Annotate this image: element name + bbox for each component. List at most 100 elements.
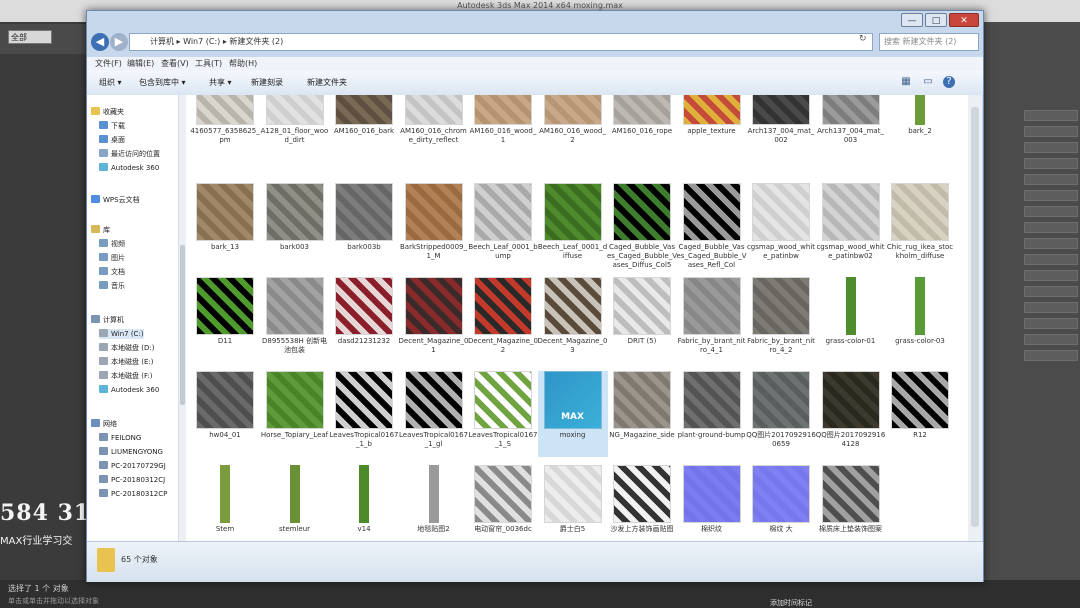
file-item[interactable]: plant-ground-bump <box>677 371 747 457</box>
nav-item[interactable]: PC-20180312CP <box>99 489 167 499</box>
nav-item[interactable]: 最近访问的位置 <box>99 149 160 159</box>
nav-item[interactable]: 本地磁盘 (F:) <box>99 371 153 381</box>
file-list-scrollbar[interactable] <box>968 95 982 541</box>
file-item[interactable]: Caged_Bubble_Vases_Caged_Bubble_Vases_Re… <box>677 183 747 269</box>
file-item[interactable]: 棉纹 大 <box>746 465 816 541</box>
command-panel-button[interactable] <box>1024 174 1078 185</box>
menu-tools[interactable]: 工具(T) <box>195 57 222 71</box>
command-panel-button[interactable] <box>1024 206 1078 217</box>
menu-edit[interactable]: 编辑(E) <box>127 57 154 71</box>
nav-item[interactable]: PC-20170729GJ <box>99 461 166 471</box>
file-item[interactable]: MAX moxing <box>537 371 608 457</box>
nav-item[interactable]: 视频 <box>99 239 125 249</box>
file-item[interactable]: LeavesTropical0167_1_b <box>329 371 399 457</box>
file-item[interactable]: 爵士白5 <box>538 465 608 541</box>
file-item[interactable]: QQ图片20170929164128 <box>816 371 886 457</box>
file-item[interactable]: Beech_Leaf_0001_bump <box>468 183 538 269</box>
file-item[interactable]: Chic_rug_ikea_stockholm_diffuse <box>885 183 955 269</box>
nav-item[interactable]: 收藏夹 <box>91 107 124 117</box>
file-item[interactable]: AM160_016_wood_1 <box>468 95 538 153</box>
file-item[interactable]: D11 <box>190 277 260 363</box>
command-panel-button[interactable] <box>1024 350 1078 361</box>
command-panel-button[interactable] <box>1024 158 1078 169</box>
preview-pane-icon[interactable]: ▭ <box>921 76 935 88</box>
nav-item[interactable]: 库 <box>91 225 110 235</box>
file-item[interactable]: bark003b <box>329 183 399 269</box>
file-item[interactable]: cgsmap_wood_white_patinbw <box>746 183 816 269</box>
file-item[interactable]: 沙发上方装饰画贴图 <box>607 465 677 541</box>
nav-item[interactable]: 本地磁盘 (E:) <box>99 357 153 367</box>
nav-item[interactable]: 计算机 <box>91 315 124 325</box>
file-item[interactable]: QQ图片20170929160659 <box>746 371 816 457</box>
nav-item[interactable]: Autodesk 360 <box>99 385 159 395</box>
command-panel-button[interactable] <box>1024 270 1078 281</box>
share-button[interactable]: 共享 ▾ <box>209 76 232 90</box>
file-item[interactable]: apple_texture <box>677 95 747 153</box>
command-panel-button[interactable] <box>1024 318 1078 329</box>
menu-file[interactable]: 文件(F) <box>95 57 122 71</box>
nav-item[interactable]: 网络 <box>91 419 117 429</box>
file-item[interactable]: stemleur <box>260 465 330 541</box>
file-item[interactable]: LeavesTropical0167_1_S <box>468 371 538 457</box>
nav-item[interactable]: LIUMENGYONG <box>99 447 163 457</box>
nav-item[interactable]: 音乐 <box>99 281 125 291</box>
file-item[interactable]: bark_2 <box>885 95 955 153</box>
3dsmax-time-tag[interactable]: 添加时间标记 <box>770 598 812 608</box>
file-item[interactable]: bark003 <box>260 183 330 269</box>
file-item[interactable]: 地毯贴图2 <box>399 465 469 541</box>
address-bar[interactable]: 计算机 ▸ Win7 (C:) ▸ 新建文件夹 (2) <box>129 33 873 51</box>
command-panel-button[interactable] <box>1024 110 1078 121</box>
help-icon[interactable]: ? <box>943 76 955 88</box>
command-panel-button[interactable] <box>1024 222 1078 233</box>
menu-help[interactable]: 帮助(H) <box>229 57 257 71</box>
file-item[interactable]: bark_13 <box>190 183 260 269</box>
navigation-scroll-thumb[interactable] <box>180 245 185 405</box>
file-item[interactable]: hw04_01 <box>190 371 260 457</box>
command-panel-button[interactable] <box>1024 190 1078 201</box>
file-item[interactable]: AM160_016_bark <box>329 95 399 153</box>
nav-item[interactable]: FEILONG <box>99 433 141 443</box>
3dsmax-selection-filter[interactable]: 全部 <box>8 30 52 44</box>
file-item[interactable]: R12 <box>885 371 955 457</box>
file-item[interactable]: LeavesTropical0167_1_gl <box>399 371 469 457</box>
command-panel-button[interactable] <box>1024 238 1078 249</box>
file-item[interactable]: 4160577_6358625_pm <box>190 95 260 153</box>
file-item[interactable]: 棉织纹 <box>677 465 747 541</box>
nav-item[interactable]: 桌面 <box>99 135 125 145</box>
file-list-scroll-thumb[interactable] <box>971 107 979 527</box>
change-view-icon[interactable]: ▦ <box>899 76 913 88</box>
file-item[interactable]: Fabric_by_brant_nitro_4_1 <box>677 277 747 363</box>
file-item[interactable]: v14 <box>329 465 399 541</box>
file-item[interactable]: A128_01_floor_wood_dirt <box>260 95 330 153</box>
refresh-icon[interactable]: ↻ <box>859 34 871 46</box>
nav-item[interactable]: 下载 <box>99 121 125 131</box>
file-item[interactable]: Beech_Leaf_0001_diffuse <box>538 183 608 269</box>
file-item[interactable]: BarkStripped0009_1_M <box>399 183 469 269</box>
file-item[interactable]: dasd21231232 <box>329 277 399 363</box>
nav-item[interactable]: WPS云文档 <box>91 195 140 205</box>
file-item[interactable]: Decent_Magazine_03 <box>538 277 608 363</box>
file-item[interactable]: Stem <box>190 465 260 541</box>
file-item[interactable]: D8955538H 创新电池包装 <box>260 277 330 363</box>
file-item[interactable]: Fabric_by_brant_nitro_4_2 <box>746 277 816 363</box>
close-button[interactable]: ✕ <box>949 13 979 27</box>
command-panel-button[interactable] <box>1024 286 1078 297</box>
file-item[interactable]: 棉质床上垫装饰图案 <box>816 465 886 541</box>
file-item[interactable]: Caged_Bubble_Vases_Caged_Bubble_Vases_Di… <box>607 183 677 269</box>
3dsmax-viewport[interactable] <box>0 54 90 574</box>
nav-item[interactable]: Autodesk 360 <box>99 163 159 173</box>
file-item[interactable]: Arch137_004_mat_002 <box>746 95 816 153</box>
organize-button[interactable]: 组织 ▾ <box>99 76 122 90</box>
maximize-button[interactable]: □ <box>925 13 947 27</box>
command-panel-button[interactable] <box>1024 302 1078 313</box>
nav-item[interactable]: 图片 <box>99 253 125 263</box>
file-item[interactable]: Decent_Magazine_01 <box>399 277 469 363</box>
file-item[interactable]: cgsmap_wood_white_patinbw02 <box>816 183 886 269</box>
back-arrow-icon[interactable]: ◀ <box>91 33 109 51</box>
include-in-library-button[interactable]: 包含到库中 ▾ <box>139 76 186 90</box>
forward-arrow-icon[interactable]: ▶ <box>110 33 128 51</box>
file-item[interactable]: Horse_Topiary_Leaf <box>260 371 330 457</box>
search-input[interactable]: 搜索 新建文件夹 (2) <box>879 33 979 51</box>
file-item[interactable]: grass-color-01 <box>816 277 886 363</box>
file-item[interactable]: Arch137_004_mat_003 <box>816 95 886 153</box>
